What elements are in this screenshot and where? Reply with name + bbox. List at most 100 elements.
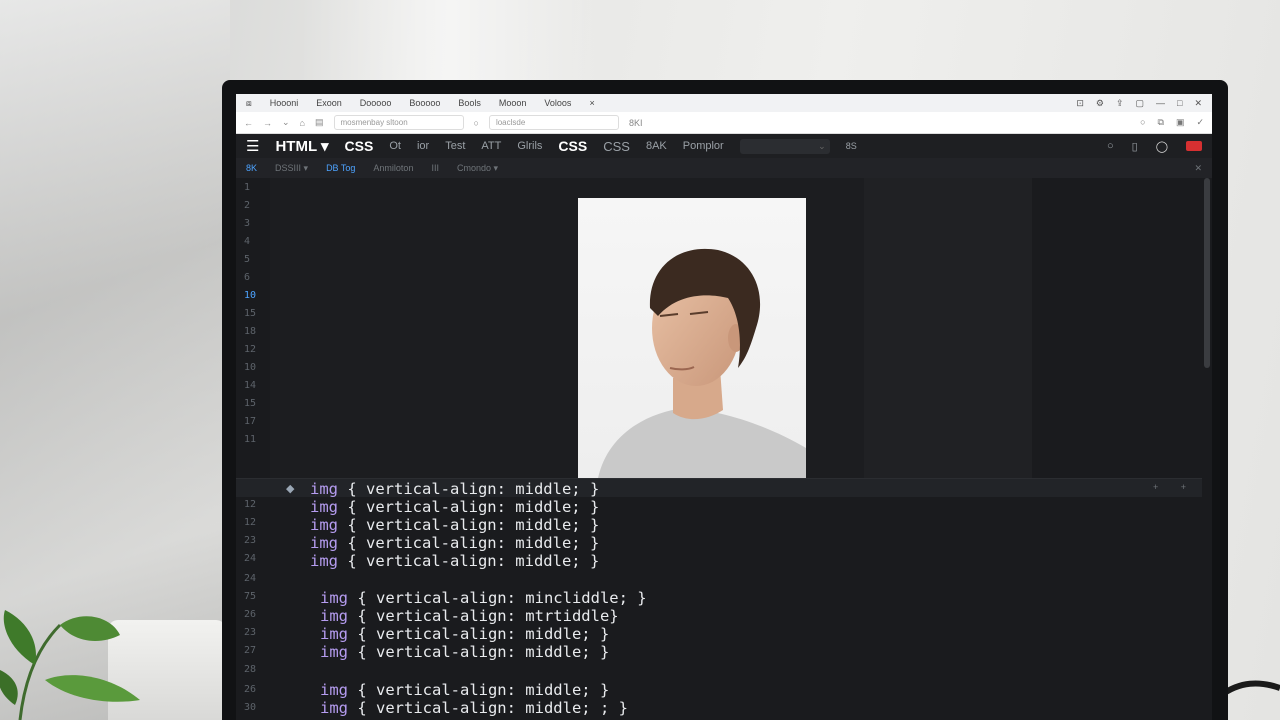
code-selector: img xyxy=(320,643,348,661)
chevron-down-icon[interactable]: ⌄ xyxy=(282,117,290,128)
line-number: 30 xyxy=(244,702,257,713)
address-bar: ← → ⌄ ⌂ ▤ mosmenbay sltoon ○ loaclsde 8K… xyxy=(236,112,1212,134)
code-line[interactable]: img { vertical-align: middle; ; } xyxy=(320,699,628,717)
code-line[interactable]: img { vertical-align: middle; } xyxy=(310,534,599,552)
extension-icon[interactable]: ⊡ xyxy=(1076,98,1084,109)
line-number: 4 xyxy=(244,236,251,247)
check-icon[interactable]: ✓ xyxy=(1196,117,1204,128)
copy-icon[interactable]: ⧉ xyxy=(1158,117,1164,128)
portrait-illustration xyxy=(598,248,806,478)
code-line[interactable]: img { vertical-align: middle; } xyxy=(320,643,609,661)
tab-item-active[interactable]: DB Tog xyxy=(326,163,355,173)
code-selector: img xyxy=(310,498,338,516)
toolbar-item[interactable]: ATT xyxy=(481,140,501,152)
line-number: 2 xyxy=(244,200,251,211)
cable xyxy=(1220,680,1280,699)
line-number: 18 xyxy=(244,326,257,337)
brand-html[interactable]: HTML ▾ xyxy=(275,137,328,155)
code-line[interactable]: img { vertical-align: middle; } xyxy=(310,552,599,570)
line-number: 75 xyxy=(244,591,257,602)
toolbar-item[interactable]: Test xyxy=(445,140,465,152)
url-text: mosmenbay sltoon xyxy=(340,118,408,127)
badge[interactable]: 8S xyxy=(846,141,857,151)
code-line[interactable]: img { vertical-align: middle; } xyxy=(310,480,599,498)
code-line[interactable]: img { vertical-align: middle; } xyxy=(310,516,599,534)
line-number: 6 xyxy=(244,272,251,283)
info-icon[interactable]: ○ xyxy=(1140,117,1145,128)
line-number: 3 xyxy=(244,218,251,229)
maximize-icon[interactable]: □ xyxy=(1177,98,1182,109)
line-number: 10 xyxy=(244,362,257,373)
tab-item[interactable]: III xyxy=(431,163,439,173)
code-text: { vertical-align: middle; } xyxy=(338,480,600,498)
app-icon: ⧈ xyxy=(246,97,252,108)
vertical-scrollbar[interactable] xyxy=(1204,178,1210,368)
line-number: 28 xyxy=(244,664,257,675)
line-gutter: 1 2 3 4 5 6 10 15 18 12 10 14 15 17 11 1… xyxy=(236,178,270,720)
forward-icon[interactable]: → xyxy=(263,118,272,128)
diamond-icon: ◆ xyxy=(286,483,295,495)
close-tab-icon[interactable]: × xyxy=(589,98,594,108)
settings-icon[interactable]: ⚙ xyxy=(1096,98,1104,109)
search-icon: ○ xyxy=(473,117,479,128)
tabs-icon[interactable]: ▤ xyxy=(315,117,324,128)
sampler-select[interactable]: ⌄ xyxy=(739,138,830,154)
hamburger-icon[interactable]: ☰ xyxy=(246,137,259,155)
window-icon[interactable]: ▢ xyxy=(1136,98,1145,109)
code-line[interactable]: img { vertical-align: mtrtiddle} xyxy=(320,607,619,625)
record-ring-icon[interactable]: ◯ xyxy=(1156,140,1168,153)
editor-tabs: 8K DSSIII ▾ DB Tog Anmiloton III Cmondo … xyxy=(236,158,1212,178)
code-text: { vertical-align: mincliddle; } xyxy=(348,589,647,607)
back-icon[interactable]: ← xyxy=(244,118,253,128)
toolbar-item[interactable]: ior xyxy=(417,140,429,152)
close-panel-icon[interactable]: ✕ xyxy=(1194,163,1202,174)
code-text: { vertical-align: middle; } xyxy=(348,625,610,643)
line-ops[interactable]: + + xyxy=(1153,482,1196,492)
menu-item[interactable]: Exoon xyxy=(316,98,342,108)
share-icon[interactable]: ⇪ xyxy=(1116,98,1124,109)
code-line[interactable]: img { vertical-align: middle; } xyxy=(320,681,609,699)
size-label[interactable]: 8AK xyxy=(646,140,667,152)
menu-item[interactable]: Voloos xyxy=(544,98,571,108)
line-number: 11 xyxy=(244,434,257,445)
menu-item[interactable]: Booooo xyxy=(409,98,440,108)
line-number: 26 xyxy=(244,684,257,695)
code-selector: img xyxy=(320,607,348,625)
line-number: 15 xyxy=(244,398,257,409)
close-icon[interactable]: ✕ xyxy=(1194,98,1202,109)
menu-item[interactable]: Mooon xyxy=(499,98,527,108)
sampler-label[interactable]: Pomplor xyxy=(683,140,724,152)
url-input[interactable]: mosmenbay sltoon xyxy=(333,115,464,130)
menu-item[interactable]: Hoooni xyxy=(270,98,299,108)
code-text: { vertical-align: middle; } xyxy=(338,516,600,534)
code-line[interactable]: img { vertical-align: mincliddle; } xyxy=(320,589,647,607)
plant-image xyxy=(0,610,140,720)
tab-item[interactable]: DSSIII ▾ xyxy=(275,163,308,174)
tab-item[interactable]: Anmiloton xyxy=(373,163,413,173)
code-selector: img xyxy=(310,480,338,498)
portrait-photo[interactable] xyxy=(578,198,806,478)
home-icon[interactable]: ⌂ xyxy=(300,118,305,128)
menu-item[interactable]: Bools xyxy=(458,98,481,108)
file-icon[interactable]: ▯ xyxy=(1132,140,1138,153)
code-line[interactable]: img { vertical-align: middle; } xyxy=(320,625,609,643)
line-number: 5 xyxy=(244,254,251,265)
record-button[interactable] xyxy=(1186,141,1202,151)
code-text: { vertical-align: middle; } xyxy=(338,534,600,552)
css-tab[interactable]: CSS xyxy=(603,139,630,154)
search-input[interactable]: loaclsde xyxy=(488,115,619,130)
minimize-icon[interactable]: — xyxy=(1156,98,1165,109)
brand-css[interactable]: CSS xyxy=(345,138,374,154)
tab-icon[interactable]: 8K xyxy=(246,163,257,173)
line-number: 23 xyxy=(244,627,257,638)
screen: ⧈ Hoooni Exoon Dooooo Booooo Bools Mooon… xyxy=(236,94,1212,720)
circle-icon[interactable]: ○ xyxy=(1107,140,1114,152)
toolbar-item[interactable]: Glrils xyxy=(517,140,542,152)
css-tab-bold[interactable]: CSS xyxy=(558,138,587,154)
code-line[interactable]: img { vertical-align: middle; } xyxy=(310,498,599,516)
menu-item[interactable]: Dooooo xyxy=(360,98,392,108)
panel-icon[interactable]: ▣ xyxy=(1176,117,1185,128)
toolbar-item[interactable]: Ot xyxy=(389,140,401,152)
tab-item[interactable]: Cmondo ▾ xyxy=(457,163,498,174)
line-number: 24 xyxy=(244,573,257,584)
